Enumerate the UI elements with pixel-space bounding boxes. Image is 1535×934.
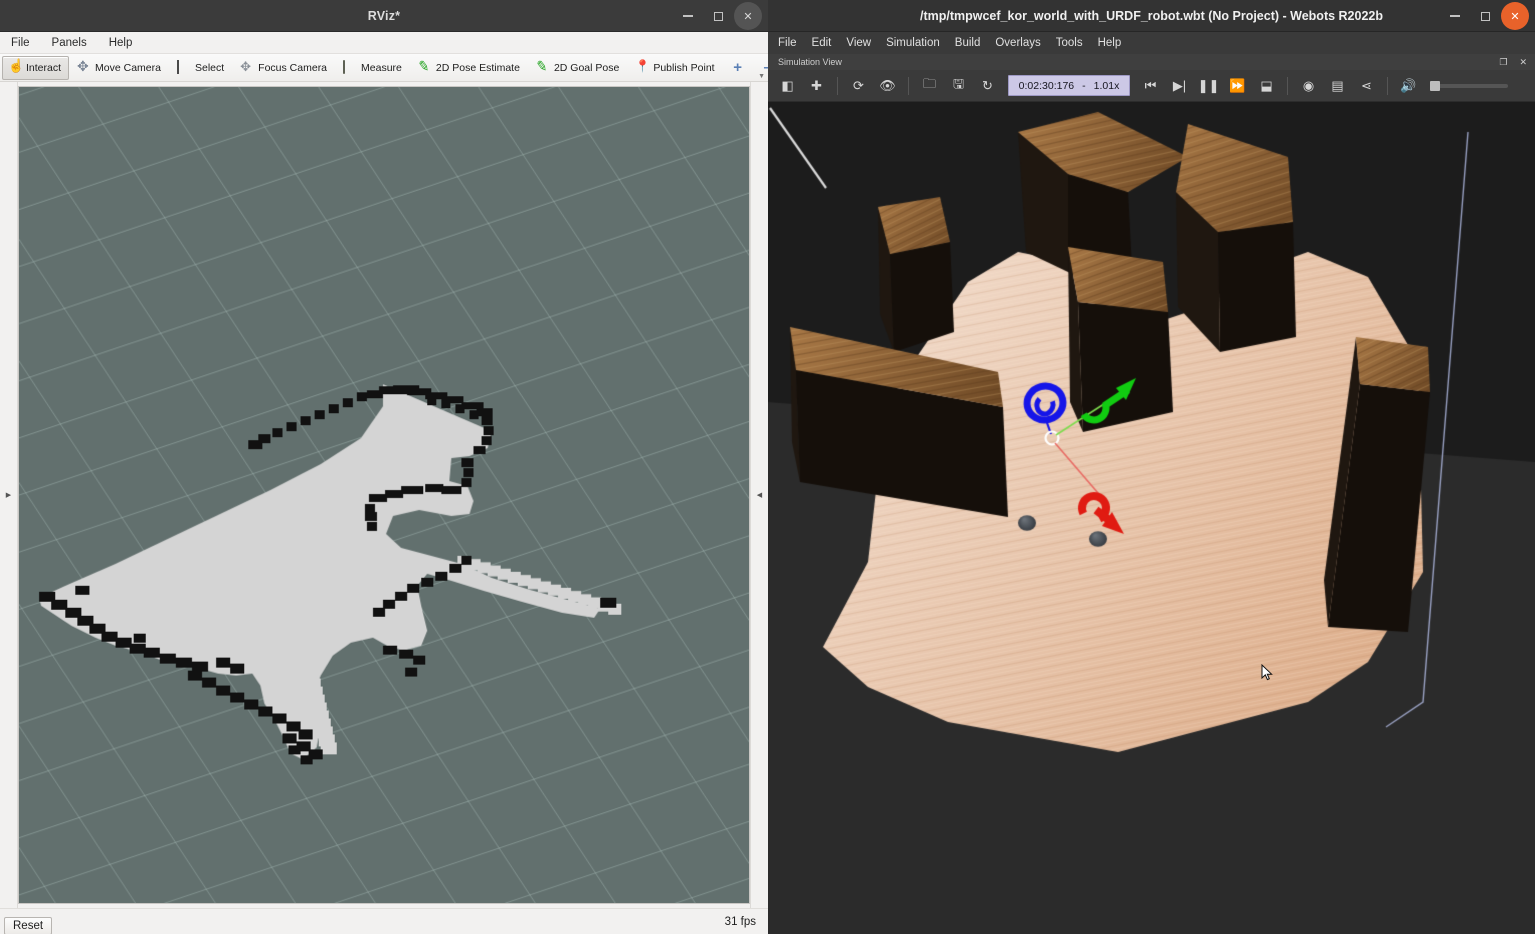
simulation-time-value: 0:02:30:176 xyxy=(1018,79,1075,92)
webots-toolbar: ◧ ✚ ⟳ 👁 🗀 🖫 ↻ 0:02:30:176 - 1.01x ⏮ ▶| ❚… xyxy=(768,70,1535,102)
measure-ruler-icon xyxy=(343,59,357,75)
rviz-menu-file[interactable]: File xyxy=(8,36,33,50)
open-folder-icon[interactable]: 🗀 xyxy=(916,74,943,98)
toolbar-divider xyxy=(1287,76,1288,95)
webots-window: /tmp/tmpwcef_kor_world_with_URDF_robot.w… xyxy=(768,0,1535,934)
webots-menu-edit[interactable]: Edit xyxy=(812,37,832,49)
rviz-window: RViz* ✕ File Panels Help Interact Move C… xyxy=(0,0,768,934)
speaker-icon[interactable]: 🔊 xyxy=(1395,74,1422,98)
rviz-window-controls: ✕ xyxy=(674,0,762,32)
focus-camera-icon xyxy=(240,59,254,75)
webots-titlebar: /tmp/tmpwcef_kor_world_with_URDF_robot.w… xyxy=(768,0,1535,32)
rviz-tool-interact[interactable]: Interact xyxy=(2,55,70,80)
panel-close-icon[interactable]: ✕ xyxy=(1519,57,1527,68)
rviz-tool-publish-point[interactable]: Publish Point xyxy=(629,56,722,80)
render-toggle-icon[interactable]: ⬓ xyxy=(1253,74,1280,98)
webots-close-button[interactable]: ✕ xyxy=(1501,2,1529,30)
panel-float-icon[interactable]: ❐ xyxy=(1499,57,1507,68)
webots-window-controls: ✕ xyxy=(1441,0,1529,32)
rviz-tool-select-label: Select xyxy=(194,61,225,74)
rviz-body: ▶ ◀ xyxy=(0,82,768,908)
webots-menubar: File Edit View Simulation Build Overlays… xyxy=(768,32,1535,54)
rviz-close-button[interactable]: ✕ xyxy=(734,2,762,30)
rewind-icon[interactable]: ⏮ xyxy=(1137,74,1164,98)
rviz-titlebar: RViz* ✕ xyxy=(0,0,768,32)
rviz-tool-publish-point-label: Publish Point xyxy=(653,61,715,74)
rviz-tool-move-camera-label: Move Camera xyxy=(95,61,161,74)
fast-forward-icon[interactable]: ⏩ xyxy=(1224,74,1251,98)
rviz-tool-add[interactable]: + xyxy=(725,56,753,80)
rviz-menu-panels[interactable]: Panels xyxy=(49,36,90,50)
step-forward-icon[interactable]: ▶| xyxy=(1166,74,1193,98)
desktop: RViz* ✕ File Panels Help Interact Move C… xyxy=(0,0,1535,934)
toolbar-divider xyxy=(908,76,909,95)
rviz-minimize-button[interactable] xyxy=(674,2,702,30)
rviz-menu-help[interactable]: Help xyxy=(106,36,136,50)
webots-menu-simulation[interactable]: Simulation xyxy=(886,37,940,49)
webots-window-title: /tmp/tmpwcef_kor_world_with_URDF_robot.w… xyxy=(919,8,1383,23)
rviz-maximize-button[interactable] xyxy=(704,2,732,30)
rviz-tool-move-camera[interactable]: Move Camera xyxy=(71,56,169,80)
rviz-tool-measure-label: Measure xyxy=(361,61,402,74)
rviz-reset-button[interactable]: Reset xyxy=(4,916,53,934)
toolbar-divider xyxy=(1387,76,1388,95)
reload-world-icon[interactable]: ⟳ xyxy=(845,74,872,98)
webots-menu-view[interactable]: View xyxy=(846,37,871,49)
rviz-tool-focus-camera-label: Focus Camera xyxy=(258,61,328,74)
rviz-window-title: RViz* xyxy=(367,8,401,23)
webots-menu-tools[interactable]: Tools xyxy=(1056,37,1083,49)
pause-icon[interactable]: ❚❚ xyxy=(1195,74,1222,98)
pen-green-icon xyxy=(418,61,432,75)
webots-simulation-time-field[interactable]: 0:02:30:176 - 1.01x xyxy=(1008,75,1130,96)
rviz-toolbar-overflow-icon[interactable]: ▼ xyxy=(758,73,765,80)
plus-icon: + xyxy=(733,58,742,76)
rviz-tool-focus-camera[interactable]: Focus Camera xyxy=(234,56,335,80)
rviz-occupancy-map-canvas[interactable] xyxy=(19,87,749,903)
rviz-tool-2d-goal-pose-label: 2D Goal Pose xyxy=(553,61,620,74)
volume-slider[interactable] xyxy=(1430,80,1508,91)
rviz-tool-interact-label: Interact xyxy=(26,61,62,74)
rviz-tool-2d-pose-estimate[interactable]: 2D Pose Estimate xyxy=(412,56,528,80)
toolbar-divider xyxy=(837,76,838,95)
map-pin-red-icon xyxy=(635,59,650,75)
webots-menu-overlays[interactable]: Overlays xyxy=(995,37,1040,49)
simulation-speed-value: 1.01x xyxy=(1093,79,1120,92)
rviz-fps-label: 31 fps xyxy=(724,915,756,928)
chevron-left-icon: ◀ xyxy=(756,492,763,499)
time-separator: - xyxy=(1082,79,1086,92)
webots-menu-help[interactable]: Help xyxy=(1098,37,1122,49)
webots-simulation-view-label: Simulation View xyxy=(778,57,842,67)
webots-simulation-view-header: Simulation View ❐ ✕ xyxy=(768,54,1535,70)
webots-menu-build[interactable]: Build xyxy=(955,37,981,49)
webots-3d-simulation-view[interactable] xyxy=(768,102,1535,934)
eye-view-icon[interactable]: 👁 xyxy=(874,74,901,98)
pen-green-icon xyxy=(536,61,550,75)
rviz-left-panel-splitter[interactable]: ▶ xyxy=(0,82,18,908)
rviz-tool-2d-pose-estimate-label: 2D Pose Estimate xyxy=(435,61,520,74)
move-camera-icon xyxy=(77,58,91,75)
rviz-menubar: File Panels Help xyxy=(0,32,768,54)
rviz-right-panel-splitter[interactable]: ◀ xyxy=(750,82,768,908)
chevron-right-icon: ▶ xyxy=(5,492,12,499)
webots-maximize-button[interactable] xyxy=(1471,2,1499,30)
select-rectangle-icon xyxy=(176,59,191,75)
rviz-status-bar: Reset 31 fps xyxy=(0,908,768,934)
reset-simulation-icon[interactable]: ↻ xyxy=(974,74,1001,98)
add-node-icon[interactable]: ✚ xyxy=(803,74,830,98)
rviz-tool-measure[interactable]: Measure xyxy=(337,56,410,80)
rviz-3d-viewport[interactable] xyxy=(18,86,750,904)
webots-scene-canvas[interactable] xyxy=(768,102,1535,934)
webots-menu-file[interactable]: File xyxy=(778,37,797,49)
movie-film-icon[interactable]: ▤ xyxy=(1324,74,1351,98)
screenshot-camera-icon[interactable]: ◉ xyxy=(1295,74,1322,98)
share-icon[interactable]: ⋖ xyxy=(1353,74,1380,98)
save-disk-icon[interactable]: 🖫 xyxy=(945,74,972,98)
rviz-tool-2d-goal-pose[interactable]: 2D Goal Pose xyxy=(530,56,627,80)
rviz-tool-select[interactable]: Select xyxy=(171,56,232,80)
rviz-toolbar: Interact Move Camera Select Focus Camera… xyxy=(0,54,768,82)
sidebar-toggle-icon[interactable]: ◧ xyxy=(774,74,801,98)
hand-pointer-icon xyxy=(8,58,24,75)
webots-minimize-button[interactable] xyxy=(1441,2,1469,30)
